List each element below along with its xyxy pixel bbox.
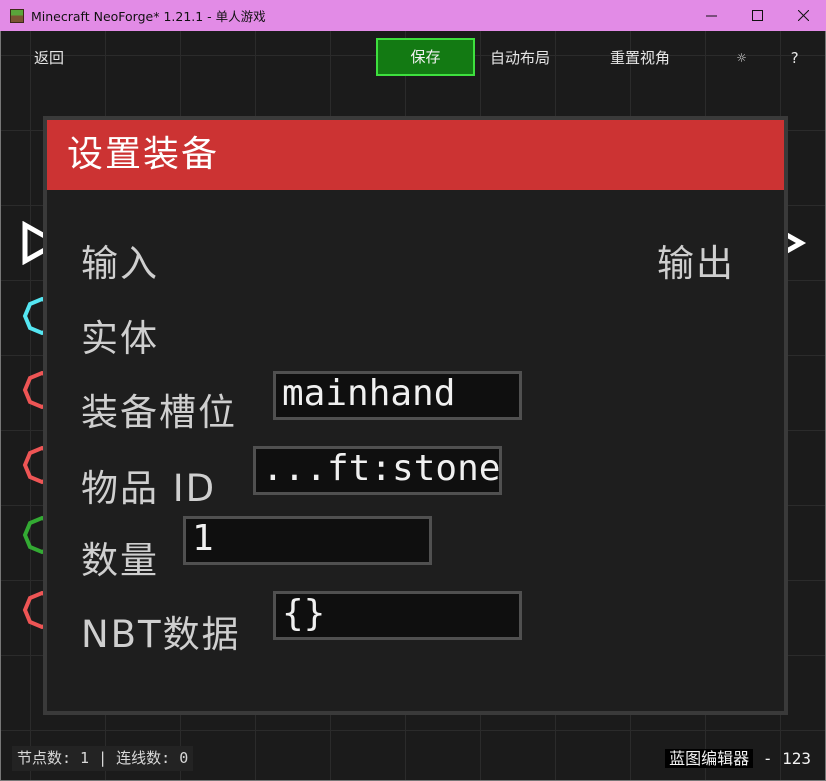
nbt-label: NBT数据: [81, 613, 241, 656]
blueprint-canvas[interactable]: 返回 保存 自动布局 重置视角 ☼ ? 设置装备 输入 输出 实体 装备槽位 m…: [0, 31, 826, 781]
item-id-label: 物品 ID: [81, 467, 217, 510]
close-button[interactable]: [780, 0, 826, 31]
set-equipment-node[interactable]: 设置装备 输入 输出 实体 装备槽位 mainhand 物品 ID ...ft:…: [43, 116, 788, 715]
window-titlebar: Minecraft NeoForge* 1.21.1 - 单人游戏: [0, 0, 826, 31]
editor-toolbar: 返回 保存 自动布局 重置视角 ☼ ?: [1, 31, 825, 86]
reset-view-button[interactable]: 重置视角: [610, 46, 670, 70]
slot-label: 装备槽位: [81, 391, 237, 434]
exec-output-label: 输出: [657, 242, 735, 285]
back-button[interactable]: 返回: [34, 46, 64, 70]
node-title[interactable]: 设置装备: [47, 120, 784, 190]
entity-label: 实体: [81, 317, 159, 360]
count-input[interactable]: 1: [183, 516, 432, 565]
maximize-icon: [751, 10, 763, 21]
settings-icon[interactable]: ☼: [737, 46, 746, 70]
window-title: Minecraft NeoForge* 1.21.1 - 单人游戏: [31, 9, 266, 24]
graph-stats: 节点数: 1 | 连线数: 0: [12, 746, 194, 771]
auto-layout-button[interactable]: 自动布局: [490, 46, 550, 70]
editor-version-badge: 蓝图编辑器 - 123: [665, 746, 811, 771]
count-label: 数量: [81, 539, 159, 582]
editor-version: - 123: [762, 749, 811, 768]
save-button[interactable]: 保存: [376, 38, 475, 76]
maximize-button[interactable]: [734, 0, 780, 31]
help-icon[interactable]: ?: [790, 46, 799, 70]
close-icon: [797, 10, 809, 21]
minecraft-grass-block-icon: [10, 8, 24, 23]
slot-input[interactable]: mainhand: [273, 371, 522, 420]
window-controls: [688, 0, 826, 31]
minimize-icon: [705, 15, 717, 17]
item-id-input[interactable]: ...ft:stone: [253, 446, 502, 495]
nbt-input[interactable]: {}: [273, 591, 522, 640]
exec-input-label: 输入: [81, 242, 159, 285]
editor-name: 蓝图编辑器: [665, 749, 754, 768]
minimize-button[interactable]: [688, 0, 734, 31]
